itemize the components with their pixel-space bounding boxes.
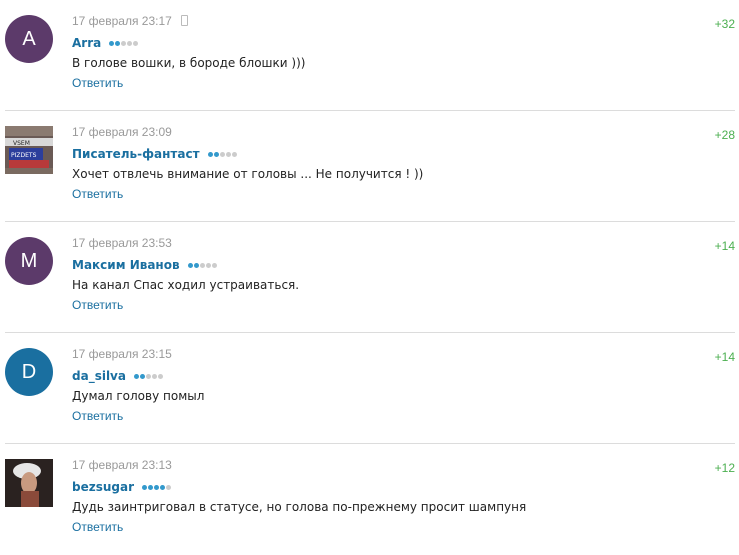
- comment-item: A 17 февраля 23:17 Arra В голове вошки, …: [5, 0, 735, 111]
- reply-link[interactable]: Ответить: [72, 76, 123, 90]
- comment-text: Думал голову помыл: [72, 389, 205, 403]
- comment-text: На канал Спас ходил устраиваться.: [72, 278, 300, 292]
- author-name[interactable]: bezsugar: [72, 480, 134, 494]
- avatar[interactable]: M: [5, 237, 53, 285]
- comment-date: 17 февраля 23:09: [72, 125, 172, 139]
- avatar-letter: D: [21, 360, 37, 383]
- rating-dot-icon: [127, 41, 133, 46]
- avatar[interactable]: VSEM PIZDETS: [5, 126, 53, 174]
- rating-dots: [134, 366, 164, 381]
- author-name[interactable]: da_silva: [72, 369, 126, 383]
- comment-score: +32: [714, 17, 735, 31]
- comment-text: Дудь заинтриговал в статусе, но голова п…: [72, 500, 527, 514]
- comment-score: +14: [714, 350, 735, 364]
- comment-list: A 17 февраля 23:17 Arra В голове вошки, …: [0, 0, 739, 555]
- rating-dot-icon: [187, 263, 193, 268]
- reply-link[interactable]: Ответить: [72, 409, 123, 423]
- rating-dot-icon: [142, 485, 148, 490]
- rating-dot-icon: [205, 263, 211, 268]
- rating-dot-icon: [134, 374, 140, 379]
- rating-dot-icon: [158, 374, 164, 379]
- rating-dot-icon: [219, 152, 225, 157]
- rating-dot-icon: [148, 485, 154, 490]
- rating-dot-icon: [133, 41, 139, 46]
- comment-date: 17 февраля 23:13: [72, 458, 172, 472]
- avatar[interactable]: [5, 459, 53, 507]
- avatar-text-bottom: PIZDETS: [11, 152, 37, 159]
- phone-icon: [181, 15, 189, 26]
- comment-date: 17 февраля 23:15: [72, 347, 172, 361]
- rating-dot-icon: [231, 152, 237, 157]
- avatar[interactable]: D: [5, 348, 53, 396]
- avatar-letter: M: [20, 249, 38, 272]
- comment-item: VSEM PIZDETS 17 февраля 23:09 Писатель-ф…: [5, 111, 735, 222]
- rating-dots: [109, 33, 139, 48]
- avatar[interactable]: A: [5, 15, 53, 63]
- comment-score: +28: [714, 128, 735, 142]
- comment-date: 17 февраля 23:53: [72, 236, 172, 250]
- rating-dot-icon: [193, 263, 199, 268]
- rating-dots: [187, 255, 218, 270]
- reply-link[interactable]: Ответить: [72, 187, 123, 201]
- avatar-photo: [5, 459, 53, 507]
- rating-dot-icon: [160, 485, 166, 490]
- comment-score: +12: [714, 461, 735, 475]
- rating-dot-icon: [211, 263, 217, 268]
- avatar-photo: VSEM PIZDETS: [5, 126, 53, 174]
- comment-item: D 17 февраля 23:15 da_silva Думал голову…: [5, 333, 735, 444]
- rating-dots: [207, 144, 238, 159]
- avatar-letter: A: [22, 27, 36, 50]
- rating-dot-icon: [166, 485, 172, 490]
- avatar-text-top: VSEM: [13, 140, 30, 147]
- rating-dot-icon: [199, 263, 205, 268]
- comment-date: 17 февраля 23:17: [72, 14, 172, 28]
- rating-dot-icon: [146, 374, 152, 379]
- author-name[interactable]: Писатель-фантаст: [72, 147, 200, 161]
- rating-dot-icon: [152, 374, 158, 379]
- comment-item: 17 февраля 23:13 bezsugar Дудь заинтриго…: [5, 444, 735, 555]
- rating-dot-icon: [207, 152, 213, 157]
- comment-text: Хочет отвлечь внимание от головы ... Не …: [72, 167, 424, 181]
- comment-text: В голове вошки, в бороде блошки ))): [72, 56, 306, 70]
- rating-dots: [142, 477, 172, 492]
- rating-dot-icon: [140, 374, 146, 379]
- rating-dot-icon: [154, 485, 160, 490]
- rating-dot-icon: [121, 41, 127, 46]
- author-name[interactable]: Максим Иванов: [72, 258, 180, 272]
- rating-dot-icon: [213, 152, 219, 157]
- reply-link[interactable]: Ответить: [72, 298, 123, 312]
- comment-item: M 17 февраля 23:53 Максим Иванов На кана…: [5, 222, 735, 333]
- rating-dot-icon: [225, 152, 231, 157]
- author-name[interactable]: Arra: [72, 36, 101, 50]
- rating-dot-icon: [109, 41, 115, 46]
- rating-dot-icon: [115, 41, 121, 46]
- comment-score: +14: [714, 239, 735, 253]
- reply-link[interactable]: Ответить: [72, 520, 123, 534]
